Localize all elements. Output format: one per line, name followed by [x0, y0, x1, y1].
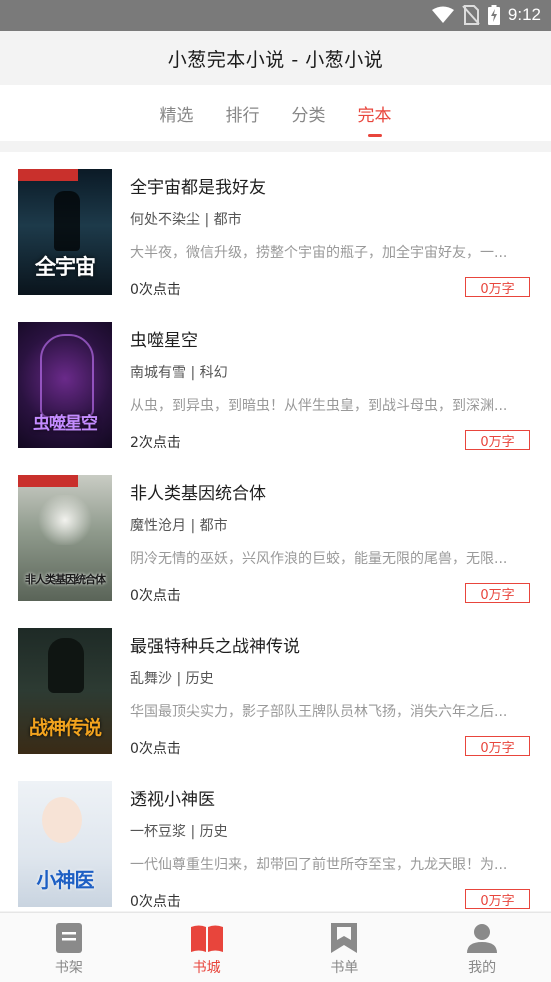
- book-title: 虫噬星空: [130, 331, 198, 351]
- book-item[interactable]: 虫噬星空 虫噬星空 南城有雪 | 科幻 从虫，到异虫，到暗虫！从伴生虫皇，到战斗…: [0, 305, 551, 458]
- book-cover: 全宇宙: [18, 169, 112, 295]
- book-item[interactable]: 全宇宙 全宇宙都是我好友 何处不染尘 | 都市 大半夜，微信升级，捞整个宇宙的瓶…: [0, 152, 551, 305]
- book-description: 阴冷无情的巫妖，兴风作浪的巨蛟，能量无限的尾兽，无限...: [130, 551, 508, 567]
- book-clicks: 0次点击: [130, 588, 181, 604]
- tab-categories[interactable]: 分类: [289, 101, 329, 126]
- cover-title: 全宇宙: [35, 255, 96, 279]
- tab-featured[interactable]: 精选: [157, 101, 197, 126]
- book-description: 华国最顶尖实力，影子部队王牌队员林飞扬，消失六年之后...: [130, 704, 508, 720]
- tab-label: 排行: [225, 105, 260, 126]
- nav-bookshelf[interactable]: 书架: [0, 913, 138, 982]
- book-list[interactable]: 全宇宙 全宇宙都是我好友 何处不染尘 | 都市 大半夜，微信升级，捞整个宇宙的瓶…: [0, 152, 551, 911]
- book-clicks: 0次点击: [130, 741, 181, 757]
- book-author-genre: 一杯豆浆 | 历史: [130, 824, 228, 840]
- person-icon: [467, 924, 498, 953]
- book-title: 全宇宙都是我好友: [130, 178, 266, 198]
- wifi-icon: [431, 6, 454, 23]
- book-clicks: 0次点击: [130, 894, 181, 910]
- app-bar: 小葱完本小说 - 小葱小说: [0, 31, 551, 85]
- book-cover: 小神医: [18, 781, 112, 907]
- tab-completed[interactable]: 完本: [355, 101, 395, 137]
- book-clicks: 2次点击: [130, 435, 181, 451]
- book-cover: 战神传说: [18, 628, 112, 754]
- book-item[interactable]: 战神传说 最强特种兵之战神传说 乱舞沙 | 历史 华国最顶尖实力，影子部队王牌队…: [0, 611, 551, 764]
- tab-label: 分类: [291, 105, 326, 126]
- nav-label: 书架: [54, 960, 83, 976]
- battery-charging-icon: [487, 5, 500, 25]
- nav-bookstore[interactable]: 书城: [138, 913, 276, 982]
- bookmark-icon: [331, 923, 358, 953]
- app-title: 小葱完本小说 - 小葱小说: [167, 48, 384, 71]
- nav-profile[interactable]: 我的: [413, 913, 551, 982]
- word-count-badge: 0万字: [465, 583, 530, 603]
- book-clicks: 0次点击: [130, 282, 181, 298]
- book-title: 非人类基因统合体: [130, 484, 266, 504]
- word-count-badge: 0万字: [465, 736, 530, 756]
- word-count-badge: 0万字: [465, 277, 530, 297]
- tab-label: 完本: [357, 105, 392, 126]
- publisher-badge: [18, 169, 78, 181]
- tab-label: 精选: [159, 105, 194, 126]
- nav-label: 书单: [330, 960, 359, 976]
- cover-figure: [42, 797, 82, 843]
- no-sim-icon: [462, 5, 480, 25]
- tab-ranking[interactable]: 排行: [223, 101, 263, 126]
- book-author-genre: 乱舞沙 | 历史: [130, 671, 214, 687]
- cover-figure: [36, 495, 94, 545]
- bookshelf-icon: [55, 923, 82, 953]
- nav-label: 书城: [192, 960, 221, 976]
- open-book-icon: [190, 925, 223, 952]
- cover-title: 战神传说: [28, 717, 102, 739]
- cover-figure: [54, 191, 80, 251]
- active-tab-indicator: [367, 133, 382, 137]
- book-description: 一代仙尊重生归来，却带回了前世所夺至宝，九龙天眼！为...: [130, 857, 508, 873]
- book-description: 从虫，到异虫，到暗虫！从伴生虫皇，到战斗母虫，到深渊...: [130, 398, 508, 414]
- book-author-genre: 何处不染尘 | 都市: [130, 212, 242, 228]
- bottom-nav: 书架 书城 书单 我的: [0, 912, 551, 982]
- status-icons: 9:12: [431, 4, 541, 26]
- cover-title: 虫噬星空: [33, 414, 98, 434]
- nav-label: 我的: [468, 960, 497, 976]
- cover-title: 非人类基因统合体: [25, 573, 106, 586]
- status-bar: 9:12: [0, 0, 551, 31]
- book-description: 大半夜，微信升级，捞整个宇宙的瓶子，加全宇宙好友，一...: [130, 245, 508, 261]
- book-cover: 虫噬星空: [18, 322, 112, 448]
- status-time: 9:12: [507, 5, 541, 24]
- nav-booklist[interactable]: 书单: [276, 913, 414, 982]
- cover-title: 小神医: [36, 868, 95, 892]
- word-count-badge: 0万字: [465, 889, 530, 909]
- book-author-genre: 魔性沧月 | 都市: [130, 518, 228, 534]
- cover-figure: [40, 334, 94, 418]
- book-item[interactable]: 非人类基因统合体 非人类基因统合体 魔性沧月 | 都市 阴冷无情的巫妖，兴风作浪…: [0, 458, 551, 611]
- cover-figure: [48, 638, 84, 693]
- book-author-genre: 南城有雪 | 科幻: [130, 365, 228, 381]
- publisher-badge: [18, 475, 78, 487]
- book-item[interactable]: 小神医 透视小神医 一杯豆浆 | 历史 一代仙尊重生归来，却带回了前世所夺至宝，…: [0, 764, 551, 911]
- book-title: 最强特种兵之战神传说: [130, 637, 300, 657]
- book-cover: 非人类基因统合体: [18, 475, 112, 601]
- category-tabs: 精选 排行 分类 完本: [0, 85, 551, 141]
- word-count-badge: 0万字: [465, 430, 530, 450]
- book-title: 透视小神医: [130, 790, 215, 810]
